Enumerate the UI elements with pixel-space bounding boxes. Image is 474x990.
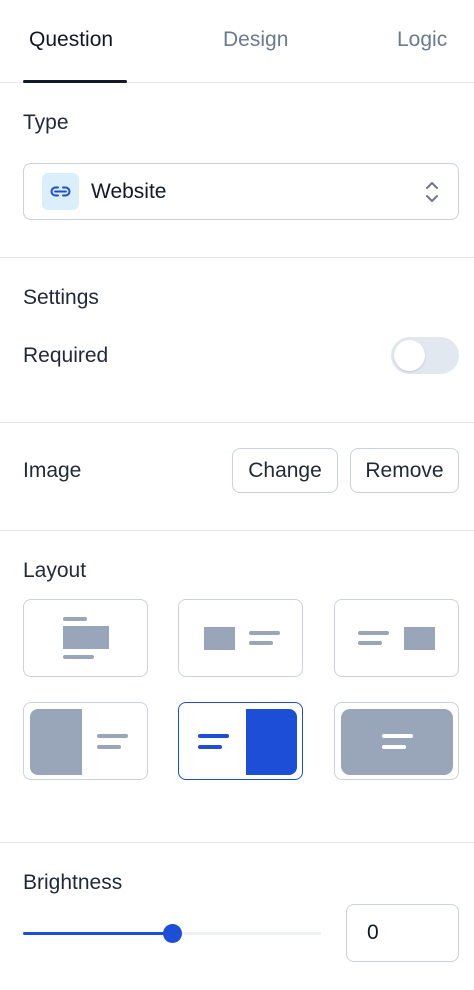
layout-option-media-left[interactable] <box>178 599 303 677</box>
tab-question[interactable]: Question <box>29 28 113 52</box>
tab-bar: Question Design Logic <box>0 0 474 83</box>
image-label: Image <box>23 459 82 482</box>
tab-design[interactable]: Design <box>223 28 288 52</box>
divider <box>0 422 474 423</box>
brightness-label: Brightness <box>23 871 123 894</box>
type-select-value: Website <box>91 180 167 203</box>
link-icon <box>42 173 79 210</box>
change-image-button[interactable]: Change <box>232 448 338 493</box>
layout-option-media-top[interactable] <box>23 599 148 677</box>
layout-option-split-left[interactable] <box>23 702 148 780</box>
layout-option-split-right[interactable] <box>178 702 303 780</box>
active-tab-indicator <box>23 80 127 83</box>
layout-option-media-right[interactable] <box>334 599 459 677</box>
required-label: Required <box>23 344 109 367</box>
divider <box>0 530 474 531</box>
tab-logic[interactable]: Logic <box>397 28 447 52</box>
settings-heading: Settings <box>23 286 99 309</box>
type-label: Type <box>23 111 69 134</box>
required-toggle[interactable] <box>391 337 459 374</box>
remove-image-button[interactable]: Remove <box>350 448 459 493</box>
layout-option-background[interactable] <box>334 702 459 780</box>
slider-fill <box>23 932 172 935</box>
brightness-input[interactable] <box>346 904 459 962</box>
divider <box>0 842 474 843</box>
slider-thumb[interactable] <box>163 924 182 943</box>
divider <box>0 257 474 258</box>
type-select[interactable]: Website <box>23 163 459 220</box>
toggle-knob <box>394 340 425 371</box>
chevron-up-down-icon <box>424 179 440 210</box>
layout-heading: Layout <box>23 559 87 582</box>
brightness-slider[interactable] <box>23 920 321 948</box>
